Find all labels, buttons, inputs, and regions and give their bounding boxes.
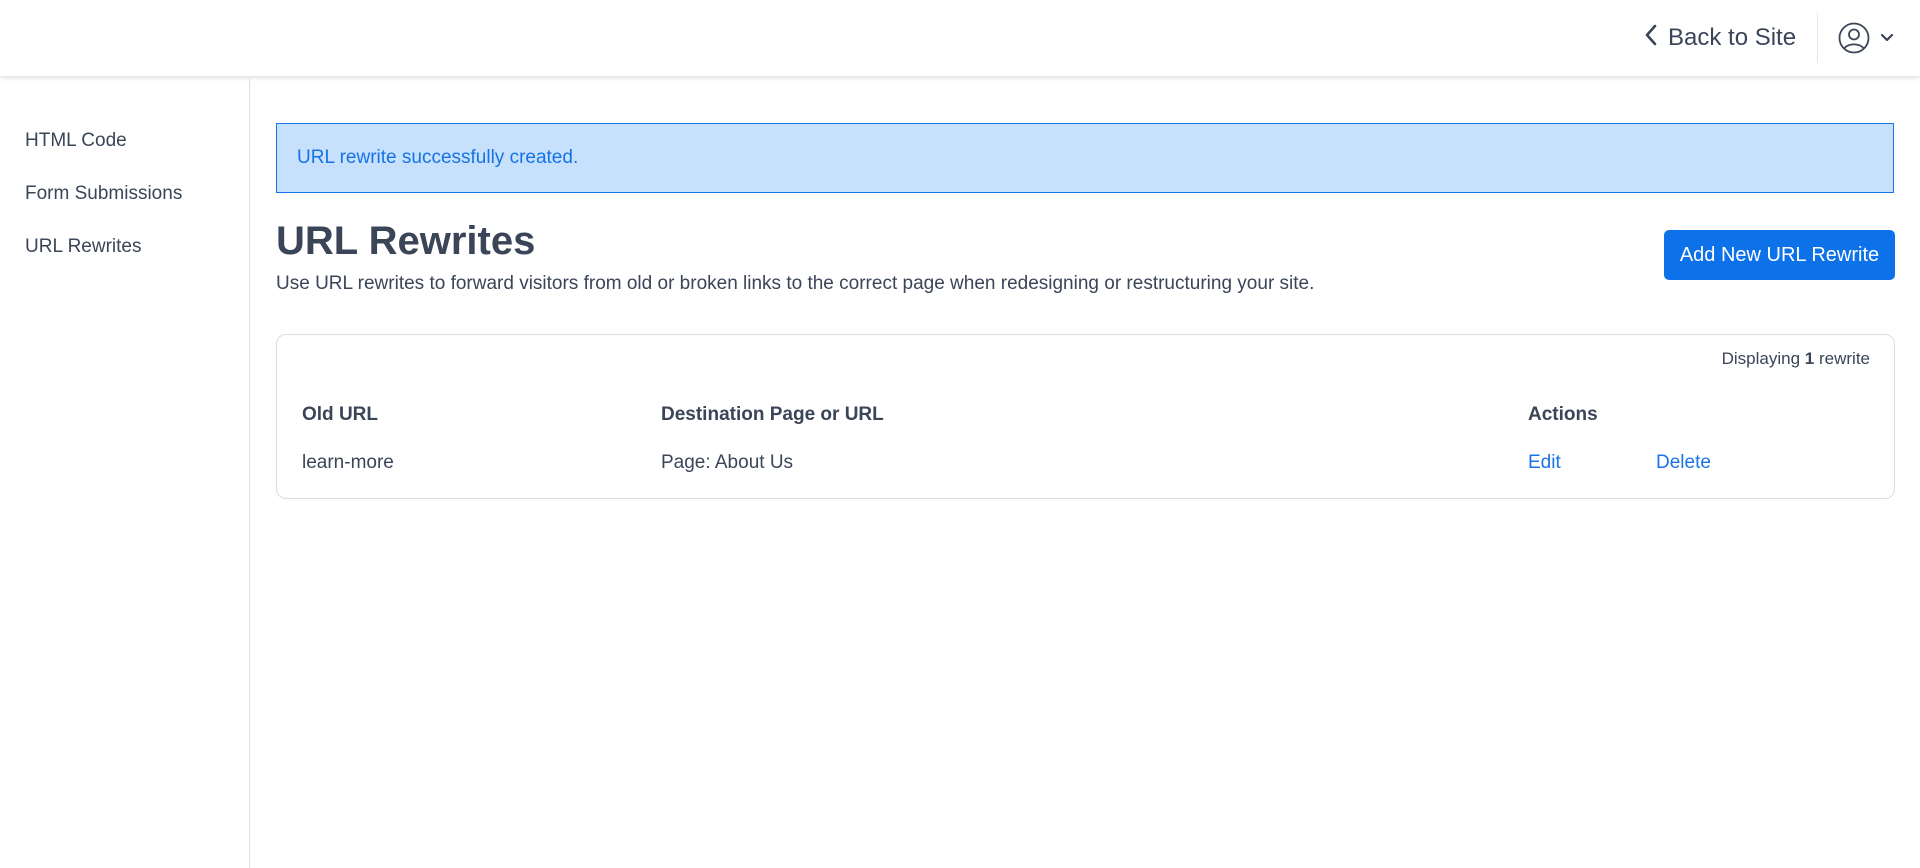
success-alert: URL rewrite successfully created. — [276, 123, 1894, 193]
column-header-old-url: Old URL — [302, 404, 378, 425]
header-divider — [1817, 13, 1818, 63]
back-to-site-label: Back to Site — [1668, 24, 1797, 51]
sidebar-item-html-code[interactable]: HTML Code — [25, 130, 127, 152]
user-circle-icon — [1838, 22, 1870, 54]
sidebar-item-url-rewrites[interactable]: URL Rewrites — [25, 236, 142, 258]
column-header-destination: Destination Page or URL — [661, 404, 884, 425]
chevron-down-icon — [1880, 33, 1894, 43]
page-description: Use URL rewrites to forward visitors fro… — [276, 273, 1315, 294]
user-menu-button[interactable] — [1838, 20, 1894, 56]
sidebar: HTML Code Form Submissions URL Rewrites — [0, 78, 250, 868]
page-title: URL Rewrites — [276, 219, 536, 263]
destination-cell: Page: About Us — [661, 452, 794, 473]
delete-link[interactable]: Delete — [1656, 452, 1711, 474]
chevron-left-icon — [1644, 23, 1658, 54]
rewrite-count: Displaying 1 rewrite — [1722, 349, 1870, 369]
count-value: 1 — [1804, 349, 1815, 368]
alert-message: URL rewrite successfully created. — [297, 147, 579, 168]
edit-link[interactable]: Edit — [1528, 452, 1561, 474]
back-to-site-link[interactable]: Back to Site — [1644, 22, 1796, 54]
count-prefix: Displaying — [1721, 349, 1801, 368]
add-new-url-rewrite-button[interactable]: Add New URL Rewrite — [1664, 230, 1895, 280]
sidebar-item-form-submissions[interactable]: Form Submissions — [25, 183, 182, 205]
column-header-actions: Actions — [1528, 404, 1598, 425]
old-url-cell: learn-more — [302, 452, 394, 473]
top-bar: Back to Site — [0, 0, 1920, 77]
rewrites-table-card: Displaying 1 rewrite Old URL Destination… — [276, 334, 1895, 499]
count-suffix: rewrite — [1818, 349, 1870, 368]
